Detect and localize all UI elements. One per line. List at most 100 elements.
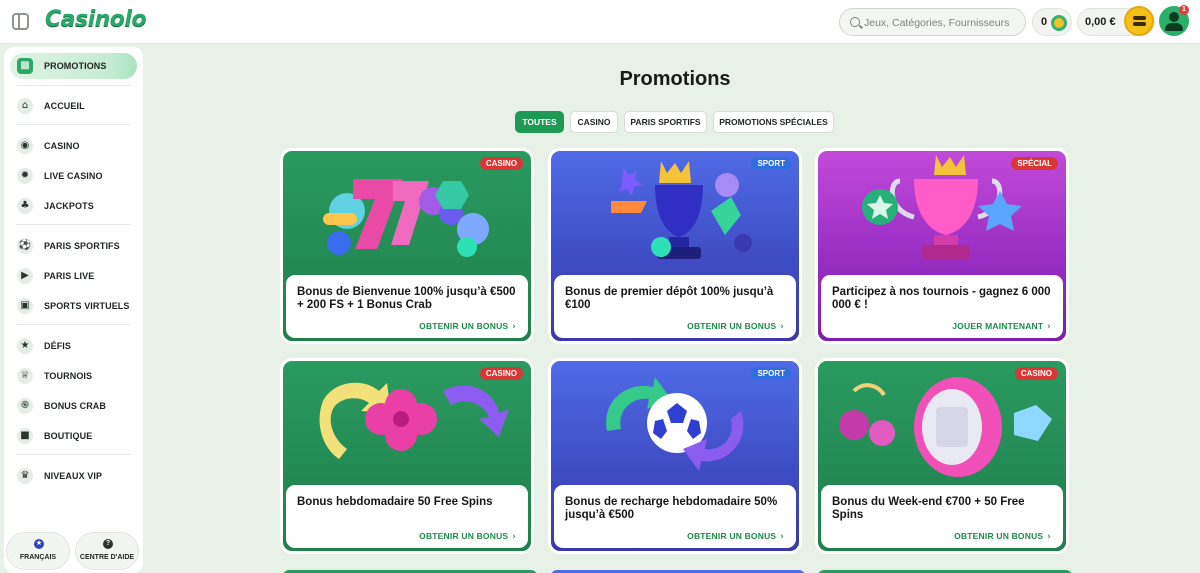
promo-title: Bonus du Week-end €700 + 50 Free Spins <box>832 496 1025 521</box>
sidebar-item-label: TOURNOIS <box>44 371 93 381</box>
top-header: Casinolo 0 0,00 € 1 <box>0 0 1200 44</box>
sidebar-item-label: BOUTIQUE <box>44 431 93 441</box>
sidebar-item-label: ACCUEIL <box>44 101 85 111</box>
get-bonus-link[interactable]: OBTENIR UN BONUS › <box>419 321 516 332</box>
card-panel: Bonus du Week-end €700 + 50 Free Spins O… <box>821 485 1063 548</box>
sidebar-item-label: PROMOTIONS <box>44 61 107 71</box>
chevron-right-icon: › <box>780 532 784 542</box>
sidebar-item-accueil[interactable]: ⌂ ACCUEIL <box>10 93 137 119</box>
notification-badge: 1 <box>1179 5 1189 15</box>
user-icon-body <box>1165 23 1183 31</box>
sidebar-item-paris-live[interactable]: ▶ PARIS LIVE <box>10 263 137 289</box>
promo-card[interactable]: CASINO Bonus hebdomadaire 50 Free Spins … <box>280 358 534 554</box>
sidebar-item-label: LIVE CASINO <box>44 171 103 181</box>
football-icon: ⚽ <box>17 238 33 254</box>
casino-chip-icon: ◉ <box>17 138 33 154</box>
user-icon <box>1169 12 1179 22</box>
search-bar[interactable] <box>839 8 1026 36</box>
home-icon: ⌂ <box>17 98 33 114</box>
profile-button[interactable]: 1 <box>1159 5 1189 36</box>
language-label: FRANÇAIS <box>19 554 57 561</box>
page-title: Promotions <box>619 68 731 90</box>
chevron-right-icon: › <box>512 532 516 542</box>
get-bonus-link[interactable]: OBTENIR UN BONUS › <box>687 321 784 332</box>
get-bonus-link[interactable]: OBTENIR UN BONUS › <box>687 531 784 542</box>
card-panel: Bonus de premier dépôt 100% jusqu’à €100… <box>554 275 796 338</box>
sidebar: ▩ PROMOTIONS ⌂ ACCUEIL ◉ CASINO ✹ LIVE C… <box>4 47 143 573</box>
sidebar-item-label: JACKPOTS <box>44 201 94 211</box>
category-badge: SPORT <box>751 157 791 170</box>
help-center-button[interactable]: ? CENTRE D'AIDE <box>75 532 139 570</box>
card-panel: Bonus de Bienvenue 100% jusqu’à €500 + 2… <box>286 275 528 338</box>
sidebar-item-label: BONUS CRAB <box>44 401 107 411</box>
sidebar-item-promotions[interactable]: ▩ PROMOTIONS <box>10 53 137 79</box>
sidebar-item-casino[interactable]: ◉ CASINO <box>10 133 137 159</box>
trophy-icon: ♕ <box>17 368 33 384</box>
promo-card[interactable]: CASINO Bonus de Bienvenue 100% jusqu’à €… <box>280 148 534 344</box>
promo-card[interactable]: SPÉCIAL Participez à nos tournois - gagn… <box>815 148 1069 344</box>
sidebar-divider <box>16 85 131 86</box>
sidebar-item-paris-sportifs[interactable]: ⚽ PARIS SPORTIFS <box>10 233 137 259</box>
trophy-illustration <box>611 161 752 259</box>
promo-title: Bonus de premier dépôt 100% jusqu’à €100 <box>565 286 774 311</box>
promo-title: Participez à nos tournois - gagnez 6 000… <box>832 286 1051 311</box>
tab-promotions-speciales[interactable]: PROMOTIONS SPÉCIALES <box>713 111 834 133</box>
cta-label: JOUER MAINTENANT <box>952 321 1044 331</box>
sidebar-item-live-casino[interactable]: ✹ LIVE CASINO <box>10 163 137 189</box>
sidebar-item-bonus-crab[interactable]: ֍ BONUS CRAB <box>10 393 137 419</box>
cta-label: OBTENIR UN BONUS <box>954 531 1044 541</box>
coin-icon <box>1051 15 1067 31</box>
sidebar-item-boutique[interactable]: ■ BOUTIQUE <box>10 423 137 449</box>
sidebar-item-label: PARIS LIVE <box>44 271 95 281</box>
category-badge: SPÉCIAL <box>1011 157 1058 170</box>
help-icon: ? <box>103 539 113 549</box>
chevron-right-icon: › <box>780 322 784 332</box>
cta-label: OBTENIR UN BONUS <box>687 321 777 331</box>
tab-toutes[interactable]: TOUTES <box>515 111 564 133</box>
tab-casino[interactable]: CASINO <box>570 111 618 133</box>
sidebar-divider <box>16 454 131 455</box>
shop-bag-icon: ■ <box>17 428 33 444</box>
sidebar-item-label: NIVEAUX VIP <box>44 471 103 481</box>
promo-card[interactable]: SPORT Bonus de premier dépôt 100% jusqu’… <box>548 148 802 344</box>
star-icon: ★ <box>17 338 33 354</box>
coins-value: 0 <box>1041 16 1048 28</box>
get-bonus-link[interactable]: OBTENIR UN BONUS › <box>954 531 1051 542</box>
promo-card[interactable]: CASINO Bonus du Week-end €700 + 50 Free … <box>815 358 1069 554</box>
virtual-sports-icon: ▣ <box>17 298 33 314</box>
chevron-right-icon: › <box>512 322 516 332</box>
live-casino-icon: ✹ <box>17 168 33 184</box>
sidebar-item-label: PARIS SPORTIFS <box>44 241 120 251</box>
category-badge: SPORT <box>751 367 791 380</box>
balance-value: 0,00 € <box>1085 16 1116 28</box>
language-button[interactable]: ★ FRANÇAIS <box>6 532 70 570</box>
crab-claw-icon: ֍ <box>17 398 33 414</box>
play-now-link[interactable]: JOUER MAINTENANT › <box>952 321 1051 332</box>
promo-card[interactable]: SPORT Bonus de recharge hebdomadaire 50%… <box>548 358 802 554</box>
cta-label: OBTENIR UN BONUS <box>419 531 509 541</box>
category-badge: CASINO <box>479 367 523 380</box>
slot-777-illustration <box>323 179 489 257</box>
wallet-coins-icon[interactable] <box>1124 6 1154 36</box>
search-icon <box>850 17 860 27</box>
clubs-icon: ♣ <box>17 198 33 214</box>
football-reload-illustration <box>606 377 744 471</box>
search-input[interactable] <box>864 13 1020 32</box>
sidebar-item-defis[interactable]: ★ DÉFIS <box>10 333 137 359</box>
sidebar-item-jackpots[interactable]: ♣ JACKPOTS <box>10 193 137 219</box>
live-tv-icon: ▶ <box>17 268 33 284</box>
coins-balance[interactable]: 0 <box>1032 8 1072 36</box>
sidebar-item-tournois[interactable]: ♕ TOURNOIS <box>10 363 137 389</box>
gift-icon: ▩ <box>17 58 33 74</box>
sidebar-item-niveaux-vip[interactable]: ♛ NIVEAUX VIP <box>10 463 137 489</box>
casinolo-logo[interactable]: Casinolo <box>45 7 147 37</box>
get-bonus-link[interactable]: OBTENIR UN BONUS › <box>419 531 516 542</box>
sidebar-item-label: CASINO <box>44 141 80 151</box>
card-panel: Bonus hebdomadaire 50 Free Spins OBTENIR… <box>286 485 528 548</box>
chevron-right-icon: › <box>1047 322 1051 332</box>
sidebar-item-sports-virtuels[interactable]: ▣ SPORTS VIRTUELS <box>10 293 137 319</box>
category-badge: CASINO <box>1014 367 1058 380</box>
sidebar-toggle-icon[interactable] <box>12 13 29 30</box>
slot-reel-cherries-illustration <box>839 377 1052 477</box>
tab-paris-sportifs[interactable]: PARIS SPORTIFS <box>624 111 707 133</box>
